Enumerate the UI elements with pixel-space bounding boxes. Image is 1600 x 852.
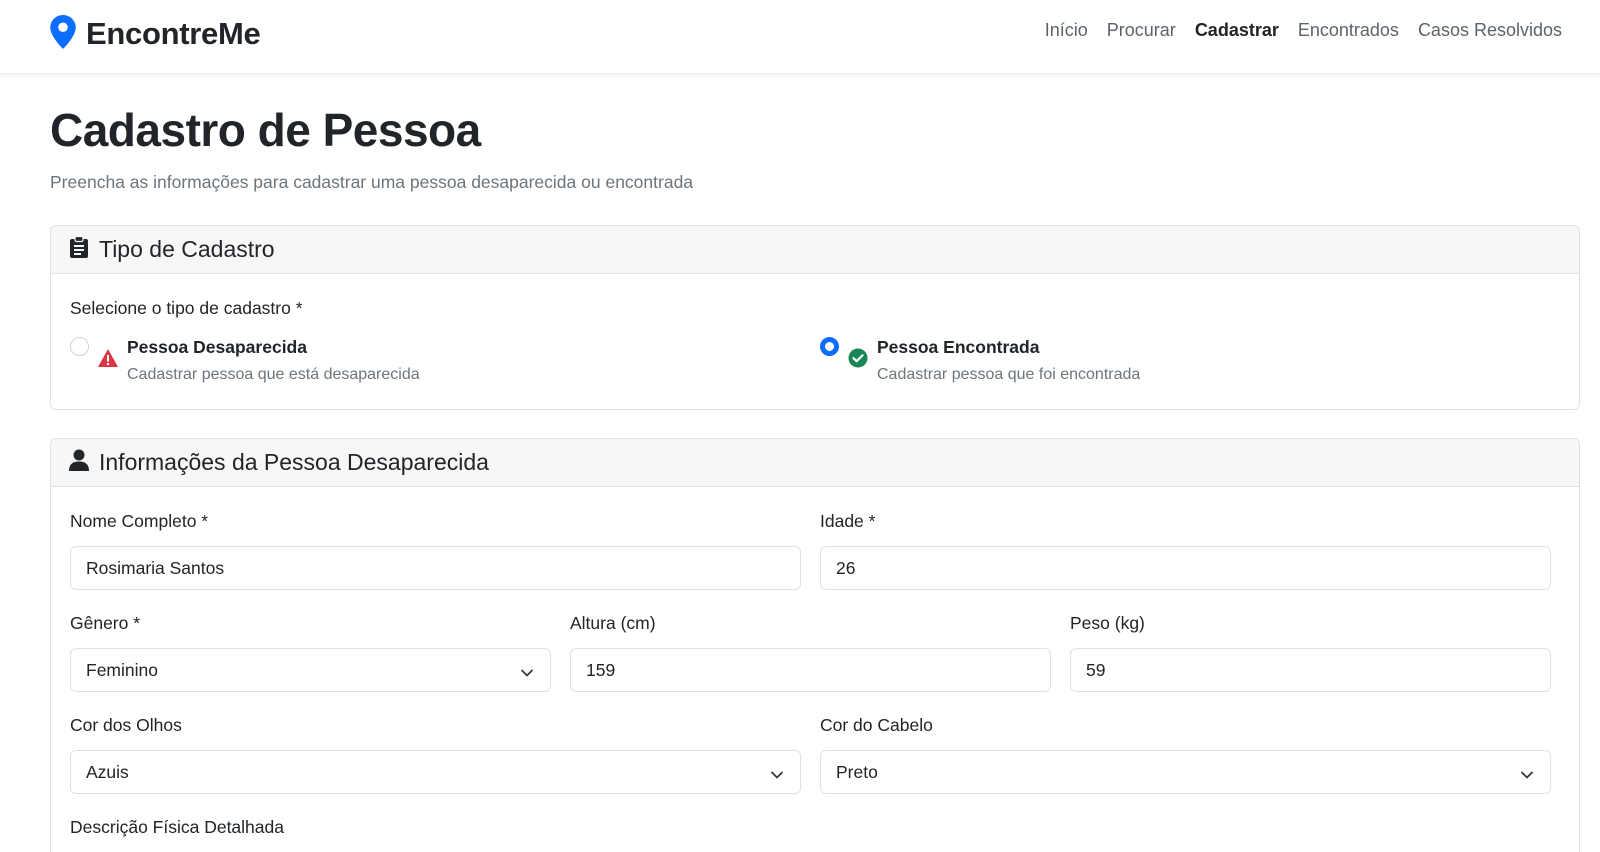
tipo-cadastro-prompt: Selecione o tipo de cadastro *: [70, 298, 303, 318]
nav-links: Início Procurar Cadastrar Encontrados Ca…: [1045, 20, 1562, 41]
nav-item-casos-resolvidos[interactable]: Casos Resolvidos: [1418, 20, 1562, 41]
page-title: Cadastro de Pessoa: [50, 104, 481, 156]
option-encontrada-title: Pessoa Encontrada: [877, 337, 1040, 357]
map-pin-icon: [50, 14, 76, 54]
peso-input[interactable]: 59: [1070, 648, 1551, 692]
altura-label: Altura (cm): [570, 613, 656, 633]
informacoes-card: Informações da Pessoa Desaparecida Nome …: [50, 438, 1580, 852]
clipboard-icon: [69, 235, 89, 263]
altura-value: 159: [586, 659, 616, 680]
genero-select[interactable]: Feminino: [70, 648, 551, 692]
option-pessoa-encontrada[interactable]: Pessoa Encontrada Cadastrar pessoa que f…: [820, 337, 1140, 384]
nav-item-inicio[interactable]: Início: [1045, 20, 1088, 41]
descricao-label: Descrição Física Detalhada: [70, 817, 284, 837]
option-pessoa-desaparecida[interactable]: Pessoa Desaparecida Cadastrar pessoa que…: [70, 337, 420, 384]
option-encontrada-desc: Cadastrar pessoa que foi encontrada: [877, 366, 1141, 383]
tipo-cadastro-header: Tipo de Cadastro: [51, 226, 1579, 274]
genero-value: Feminino: [86, 659, 158, 680]
peso-value: 59: [1086, 659, 1106, 680]
olhos-value: Azuis: [86, 761, 129, 782]
idade-label: Idade *: [820, 511, 876, 531]
olhos-label: Cor dos Olhos: [70, 715, 182, 735]
check-circle-icon: [847, 347, 869, 369]
option-desaparecida-desc: Cadastrar pessoa que está desaparecida: [127, 366, 420, 383]
brand-name: EncontreMe: [86, 16, 261, 51]
person-icon: [69, 449, 89, 476]
nav-item-procurar[interactable]: Procurar: [1107, 20, 1176, 41]
nav-item-cadastrar[interactable]: Cadastrar: [1195, 20, 1279, 41]
genero-label: Gênero *: [70, 613, 141, 633]
cabelo-select[interactable]: Preto: [820, 750, 1551, 794]
nome-label: Nome Completo *: [70, 511, 209, 531]
page-subtitle: Preencha as informações para cadastrar u…: [50, 172, 694, 192]
option-desaparecida-title: Pessoa Desaparecida: [127, 337, 307, 357]
chevron-down-icon: [1520, 766, 1534, 780]
nome-input[interactable]: Rosimaria Santos: [70, 546, 801, 590]
navbar: EncontreMe Início Procurar Cadastrar Enc…: [0, 0, 1600, 74]
radio-encontrada[interactable]: [820, 337, 839, 356]
warning-triangle-icon: [97, 347, 119, 369]
idade-value: 26: [836, 557, 856, 578]
chevron-down-icon: [770, 766, 784, 780]
altura-input[interactable]: 159: [570, 648, 1051, 692]
chevron-down-icon: [520, 664, 534, 678]
radio-desaparecida[interactable]: [70, 337, 89, 356]
brand-link[interactable]: EncontreMe: [50, 14, 261, 54]
tipo-cadastro-title: Tipo de Cadastro: [99, 236, 275, 262]
cabelo-value: Preto: [836, 761, 878, 782]
informacoes-title: Informações da Pessoa Desaparecida: [99, 449, 489, 475]
cabelo-label: Cor do Cabelo: [820, 715, 933, 735]
idade-input[interactable]: 26: [820, 546, 1551, 590]
nav-item-encontrados[interactable]: Encontrados: [1298, 20, 1399, 41]
peso-label: Peso (kg): [1070, 613, 1145, 633]
olhos-select[interactable]: Azuis: [70, 750, 801, 794]
informacoes-header: Informações da Pessoa Desaparecida: [51, 439, 1579, 487]
nome-value: Rosimaria Santos: [86, 557, 225, 578]
tipo-cadastro-card: Tipo de Cadastro Selecione o tipo de cad…: [50, 225, 1580, 410]
